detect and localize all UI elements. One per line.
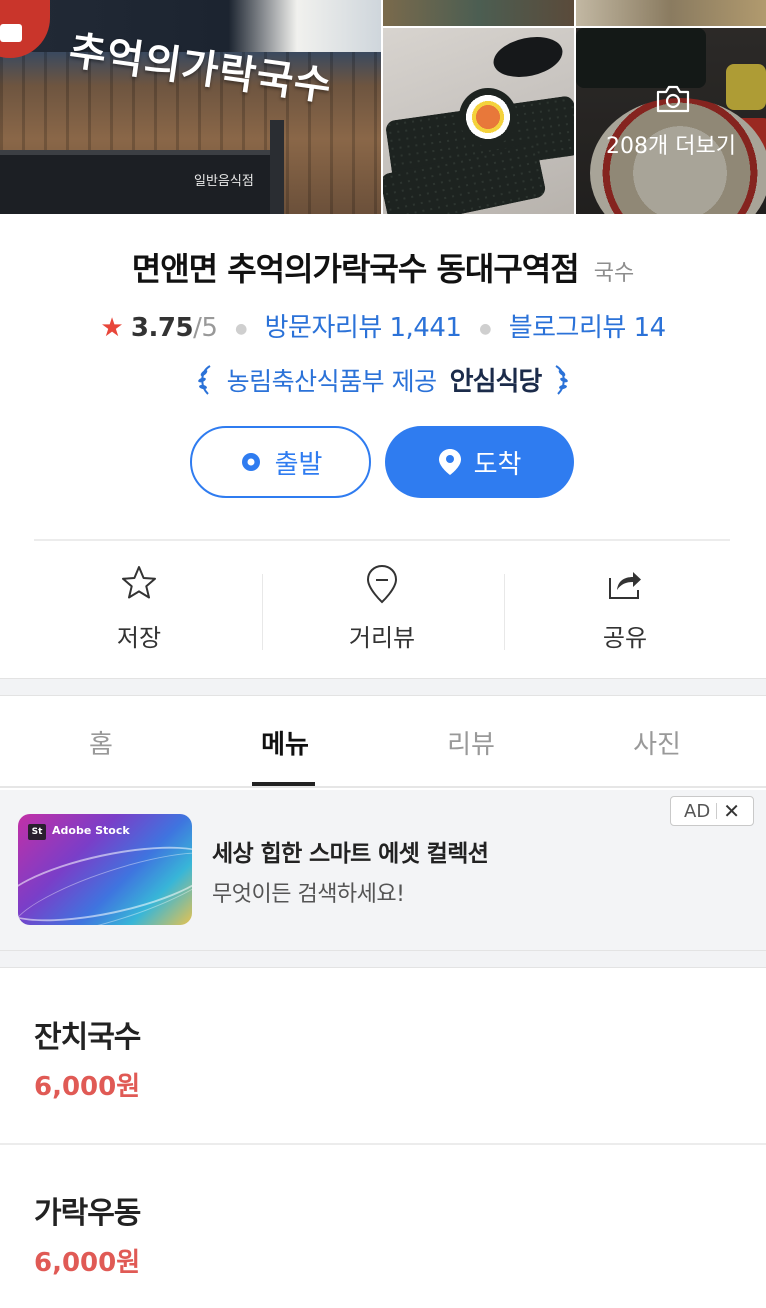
laurel-right-icon xyxy=(555,364,569,395)
ad-title: 세상 힙한 스마트 에셋 컬렉션 xyxy=(212,841,489,867)
save-button[interactable]: 저장 xyxy=(18,550,260,660)
tab-home[interactable]: 홈 xyxy=(6,696,196,788)
interior-photo-1[interactable] xyxy=(383,0,574,26)
start-route-button[interactable]: 출발 xyxy=(190,426,371,498)
streetview-pin-icon xyxy=(261,564,503,604)
kimbap-photo[interactable] xyxy=(383,28,574,214)
action-bar: 저장 거리뷰 공유 xyxy=(0,550,766,660)
menu-item-price: 6,000원 xyxy=(34,1248,141,1278)
tab-review[interactable]: 리뷰 xyxy=(376,696,566,788)
arrive-route-label: 도착 xyxy=(473,449,522,480)
start-route-label: 출발 xyxy=(274,449,323,480)
ad-subtitle: 무엇이든 검색하세요! xyxy=(212,882,405,907)
ad-badge[interactable]: AD ✕ xyxy=(670,796,754,826)
menu-item[interactable]: 가락우동 6,000원 xyxy=(0,1146,766,1308)
kimbap-slice xyxy=(459,88,517,146)
close-icon[interactable]: ✕ xyxy=(723,799,740,823)
blog-reviews-link[interactable]: 블로그리뷰 14 xyxy=(509,313,666,343)
ad-banner[interactable]: St Adobe Stock 세상 힙한 스마트 에셋 컬렉션 무엇이든 검색하… xyxy=(0,790,766,950)
rating-score: 3.75 xyxy=(130,313,194,343)
share-icon xyxy=(504,564,746,604)
safe-restaurant-badge: 안심식당 xyxy=(449,367,543,397)
tab-photo[interactable]: 사진 xyxy=(562,696,752,788)
streetview-button[interactable]: 거리뷰 xyxy=(261,550,503,660)
section-gap xyxy=(0,950,766,968)
menu-item-price: 6,000원 xyxy=(34,1072,141,1102)
adobe-stock-logo: St xyxy=(28,824,46,840)
photo-gallery: 추억의가락국수 일반음식점 208개 더보기 xyxy=(0,0,766,214)
star-icon: ★ xyxy=(100,313,124,343)
menu-item-name: 가락우동 xyxy=(34,1196,141,1231)
rating-max: /5 xyxy=(193,313,218,343)
ad-label: AD xyxy=(684,800,711,822)
visitor-reviews-link[interactable]: 방문자리뷰 1,441 xyxy=(265,313,462,343)
section-gap xyxy=(0,678,766,696)
camera-icon xyxy=(656,85,690,113)
menu-item[interactable]: 잔치국수 6,000원 xyxy=(0,968,766,1145)
arrive-route-button[interactable]: 도착 xyxy=(385,426,574,498)
laurel-left-icon xyxy=(197,364,211,395)
start-point-icon xyxy=(239,449,263,475)
place-title: 면앤면 추억의가락국수 동대구역점 xyxy=(131,250,580,288)
tab-bar: 홈 메뉴 리뷰 사진 xyxy=(0,696,766,788)
ad-thumbnail: St Adobe Stock xyxy=(18,814,192,925)
business-type-sign: 일반음식점 xyxy=(194,174,254,189)
save-label: 저장 xyxy=(116,624,162,652)
ad-brand-name: Adobe Stock xyxy=(52,824,130,837)
active-tab-indicator xyxy=(252,782,315,786)
streetview-label: 거리뷰 xyxy=(348,624,416,652)
rating-row: ★ 3.75/5 ● 방문자리뷰 1,441 ● 블로그리뷰 14 xyxy=(0,307,766,344)
divider xyxy=(34,539,730,541)
spoon xyxy=(489,31,567,83)
storefront-photo[interactable]: 추억의가락국수 일반음식점 xyxy=(0,0,381,214)
ad-badge-separator xyxy=(716,803,718,819)
more-photos-label: 208개 더보기 xyxy=(606,134,736,159)
share-label: 공유 xyxy=(602,624,648,652)
separator-dot: ● xyxy=(235,320,247,337)
menu-item-name: 잔치국수 xyxy=(34,1020,141,1055)
tab-menu[interactable]: 메뉴 xyxy=(190,696,380,788)
safe-provider: 농림축산식품부 제공 xyxy=(226,366,437,396)
separator-dot: ● xyxy=(479,320,491,337)
location-pin-icon xyxy=(438,449,462,475)
place-category: 국수 xyxy=(593,261,635,286)
star-outline-icon xyxy=(18,564,260,604)
photo-overlay xyxy=(576,28,766,214)
safe-restaurant-row: 농림축산식품부 제공 안심식당 xyxy=(0,361,766,398)
menu-divider xyxy=(0,1143,766,1145)
interior-photo-2[interactable] xyxy=(576,0,766,26)
door-frame xyxy=(270,120,284,214)
more-photos-tile[interactable]: 208개 더보기 xyxy=(576,28,766,214)
title-row: 면앤면 추억의가락국수 동대구역점 국수 xyxy=(0,244,766,290)
share-button[interactable]: 공유 xyxy=(504,550,746,660)
